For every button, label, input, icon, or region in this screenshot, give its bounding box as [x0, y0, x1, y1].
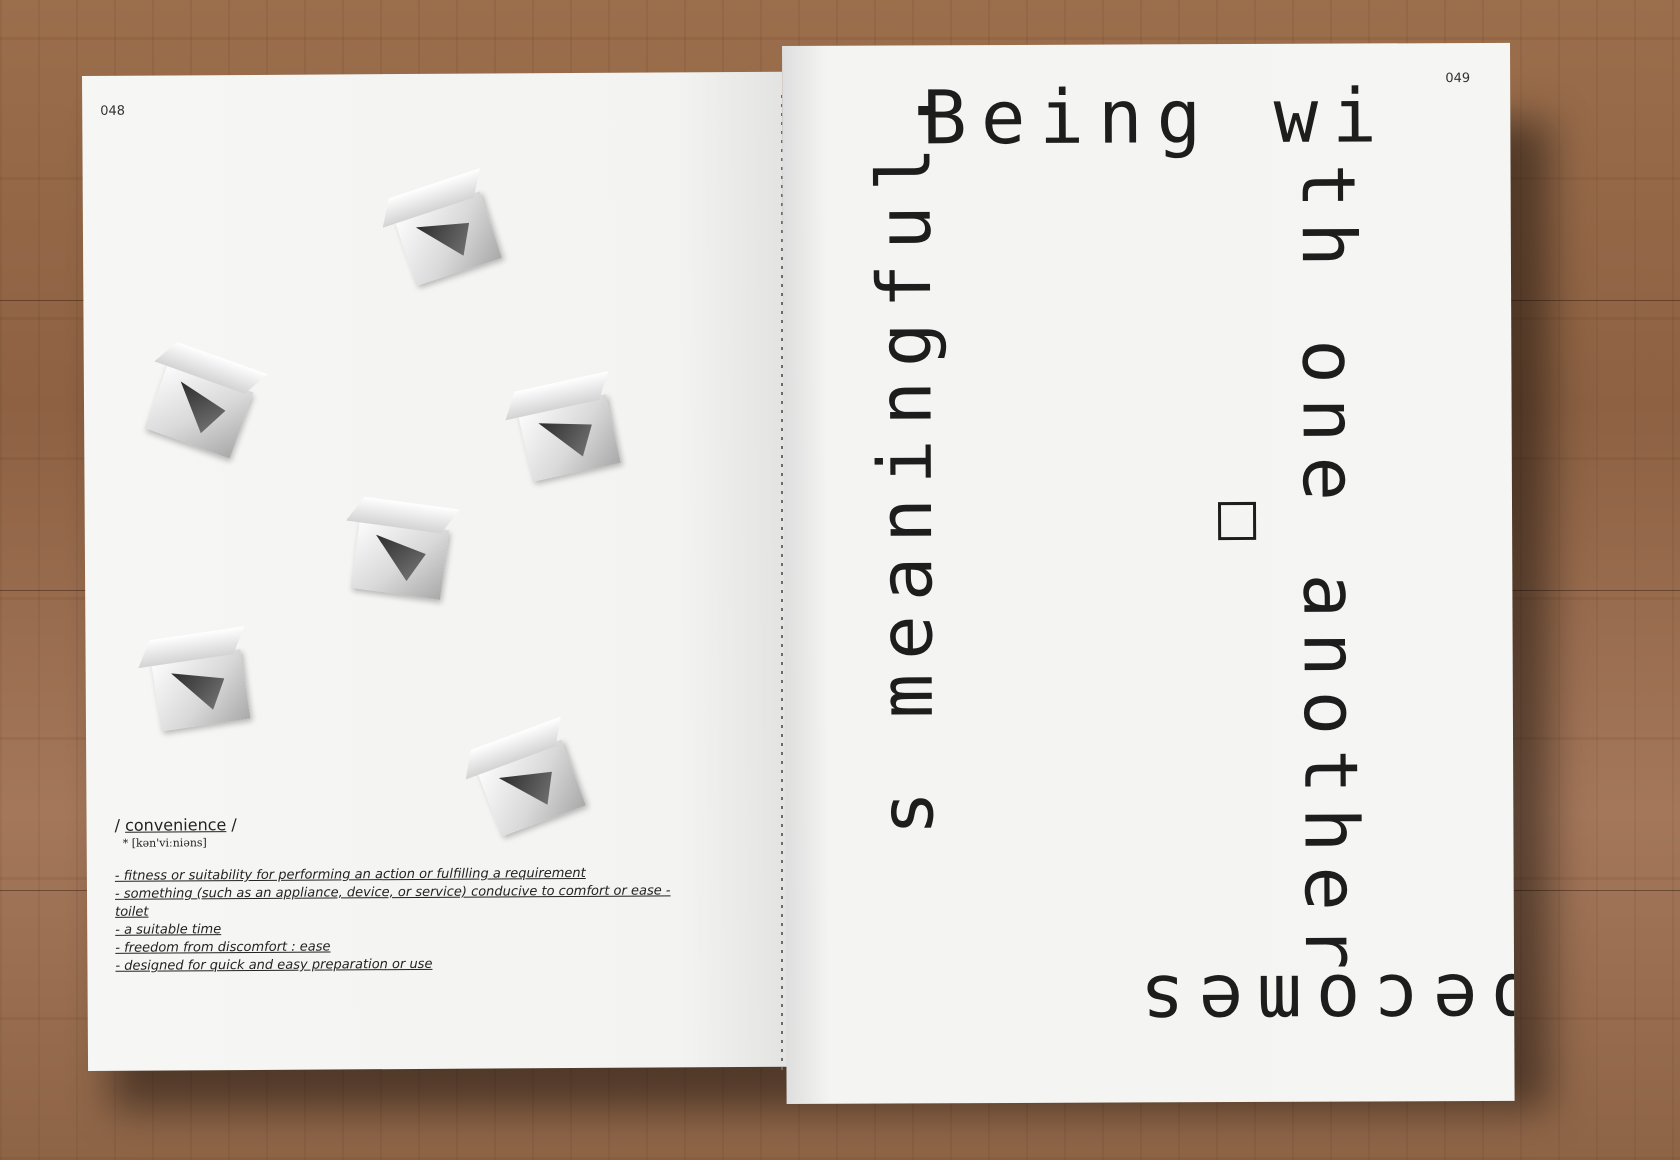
definition-item: - designed for quick and easy preparatio…	[115, 956, 433, 974]
typography-right-vertical: th one another	[1284, 163, 1375, 984]
folded-paper-object	[394, 191, 502, 287]
definition-item: - something (such as an appliance, devic…	[114, 883, 671, 920]
phonetic-transcription: * [kən'viːniəns]	[122, 836, 207, 850]
right-page: 049 Being wi th one another becomes s me…	[782, 42, 1515, 1104]
folded-paper-object	[151, 649, 251, 732]
definition-list: - fitness or suitability for performing …	[115, 864, 676, 975]
square-glyph-icon	[1217, 501, 1257, 541]
page-number-left: 048	[100, 103, 126, 119]
folded-paper-object	[144, 362, 254, 459]
typography-bottom-inverted: becomes	[1125, 956, 1515, 1045]
definition-word: convenience	[125, 815, 227, 835]
dictionary-definition: / convenience / * [kən'viːniəns] - fitne…	[115, 812, 676, 975]
page-number-right: 049	[1445, 70, 1471, 87]
definition-term: / convenience /	[114, 815, 237, 835]
left-page: 048 / convenience / * [kən'viːniəns] - f…	[82, 71, 789, 1071]
folded-paper-object	[350, 518, 450, 600]
folded-paper-object	[517, 394, 621, 482]
typography-left-vertical: s meaningful.	[861, 74, 951, 836]
typography-top-line: Being wi	[922, 73, 1391, 162]
